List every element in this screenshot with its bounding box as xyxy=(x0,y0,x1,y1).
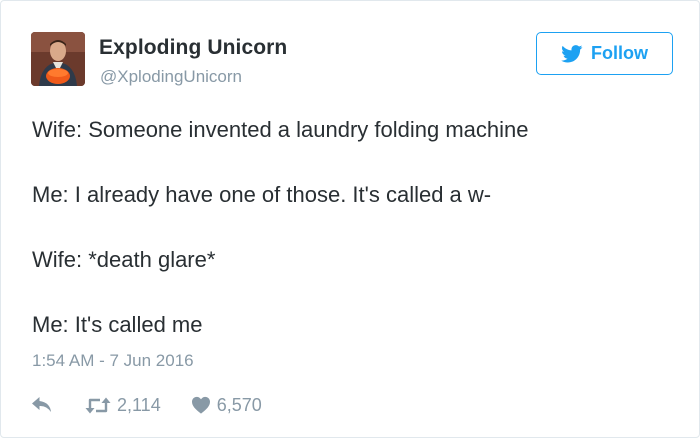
retweet-icon xyxy=(85,397,111,413)
display-name[interactable]: Exploding Unicorn xyxy=(99,36,287,60)
heart-icon xyxy=(191,396,210,414)
like-count: 6,570 xyxy=(216,394,262,415)
avatar[interactable] xyxy=(31,32,85,86)
reply-icon xyxy=(32,397,51,412)
tweet-timestamp[interactable]: 1:54 AM - 7 Jun 2016 xyxy=(32,351,194,371)
like-button[interactable]: 6,570 xyxy=(191,395,262,416)
follow-button[interactable]: Follow xyxy=(536,32,673,75)
tweet-line: Wife: Someone invented a laundry folding… xyxy=(32,117,529,142)
tweet-card: Exploding Unicorn @XplodingUnicorn Follo… xyxy=(0,0,700,438)
reply-button[interactable] xyxy=(32,397,52,413)
tweet-text: Wife: Someone invented a laundry folding… xyxy=(32,114,672,374)
user-handle[interactable]: @XplodingUnicorn xyxy=(100,67,242,87)
retweet-button[interactable]: 2,114 xyxy=(85,395,161,416)
tweet-line: Me: It's called me xyxy=(32,312,203,337)
twitter-bird-icon xyxy=(561,44,583,62)
tweet-actions: 2,114 6,570 xyxy=(32,392,262,418)
tweet-line: Wife: *death glare* xyxy=(32,247,216,272)
avatar-image xyxy=(31,32,85,86)
retweet-count: 2,114 xyxy=(117,394,161,415)
follow-button-label: Follow xyxy=(591,43,648,63)
tweet-line: Me: I already have one of those. It's ca… xyxy=(32,182,492,207)
